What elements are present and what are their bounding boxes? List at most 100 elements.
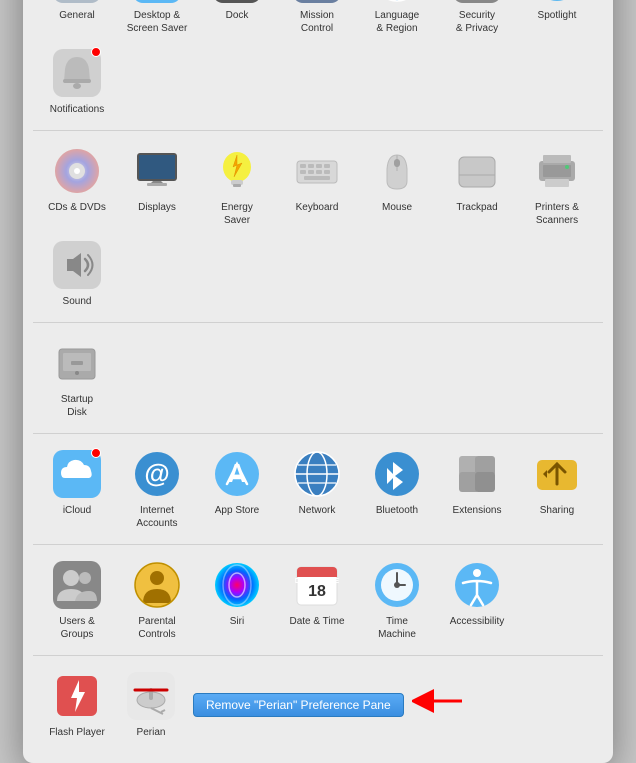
pref-flash-player[interactable]: Flash Player [37, 664, 117, 745]
pref-dock[interactable]: Dock [197, 0, 277, 41]
siri-icon [213, 561, 261, 609]
system-preferences-window: ‹ › ⊞ System Preferences 🔍 Search [23, 0, 613, 763]
flash-player-icon [53, 672, 101, 720]
energy-saver-icon [213, 147, 261, 195]
security-label: Security& Privacy [456, 9, 498, 35]
pref-perian-container: Perian [117, 666, 185, 743]
internet-accounts-icon: @ [133, 450, 181, 498]
app-store-label: App Store [215, 504, 259, 517]
keyboard-label: Keyboard [296, 201, 339, 214]
network-label: Network [299, 504, 336, 517]
pref-security[interactable]: Security& Privacy [437, 0, 517, 41]
sharing-label: Sharing [540, 504, 574, 517]
trackpad-label: Trackpad [456, 201, 497, 214]
section-hardware: CDs & DVDs Displays [33, 131, 603, 323]
pref-displays[interactable]: Displays [117, 139, 197, 233]
red-arrow-icon [412, 686, 472, 716]
app-store-icon: A [213, 450, 261, 498]
general-label: General [59, 9, 95, 22]
dock-label: Dock [226, 9, 249, 22]
arrow-indicator [412, 686, 472, 723]
pref-printers[interactable]: Printers &Scanners [517, 139, 597, 233]
pref-energy-saver[interactable]: EnergySaver [197, 139, 277, 233]
date-time-icon: 18 DATE & TIME [293, 561, 341, 609]
printers-label: Printers &Scanners [535, 201, 579, 227]
perian-icon [127, 672, 175, 720]
pref-users-groups[interactable]: Users &Groups [37, 553, 117, 647]
pref-siri[interactable]: Siri [197, 553, 277, 647]
desktop-label: Desktop &Screen Saver [127, 9, 188, 35]
bluetooth-icon [373, 450, 421, 498]
extensions-label: Extensions [453, 504, 502, 517]
cds-dvds-icon [53, 147, 101, 195]
pref-mission-control[interactable]: MissionControl [277, 0, 357, 41]
pref-network[interactable]: Network [277, 442, 357, 536]
accessibility-icon [453, 561, 501, 609]
time-machine-label: TimeMachine [378, 615, 416, 641]
security-icon [453, 0, 501, 3]
spotlight-icon [533, 0, 581, 3]
accessibility-label: Accessibility [450, 615, 504, 628]
flash-player-label: Flash Player [49, 726, 105, 739]
dock-icon [213, 0, 261, 3]
energy-saver-label: EnergySaver [221, 201, 253, 227]
pref-perian[interactable]: Perian [117, 666, 185, 743]
mouse-icon [373, 147, 421, 195]
time-machine-icon [373, 561, 421, 609]
mission-control-label: MissionControl [300, 9, 334, 35]
spotlight-label: Spotlight [538, 9, 577, 22]
pref-date-time[interactable]: 18 DATE & TIME Date & Time [277, 553, 357, 647]
pref-spotlight[interactable]: Spotlight [517, 0, 597, 41]
icloud-label: iCloud [63, 504, 91, 517]
pref-desktop[interactable]: Desktop &Screen Saver [117, 0, 197, 41]
svg-text:18: 18 [308, 583, 326, 600]
pref-internet-accounts[interactable]: @ InternetAccounts [117, 442, 197, 536]
section-startup: StartupDisk [33, 323, 603, 434]
pref-general[interactable]: General [37, 0, 117, 41]
sound-icon [53, 241, 101, 289]
notification-badge [91, 47, 101, 57]
language-icon [373, 0, 421, 3]
date-time-label: Date & Time [289, 615, 344, 628]
pref-startup-disk[interactable]: StartupDisk [37, 331, 117, 425]
pref-accessibility[interactable]: Accessibility [437, 553, 517, 647]
remove-perian-button[interactable]: Remove "Perian" Preference Pane [193, 693, 404, 717]
pref-notifications[interactable]: Notifications [37, 41, 117, 122]
section-internet: iCloud @ InternetAccounts A [33, 434, 603, 545]
pref-app-store[interactable]: A App Store [197, 442, 277, 536]
pref-extensions[interactable]: Extensions [437, 442, 517, 536]
displays-icon [133, 147, 181, 195]
language-label: Language& Region [375, 9, 420, 35]
pref-sharing[interactable]: Sharing [517, 442, 597, 536]
network-icon [293, 450, 341, 498]
siri-label: Siri [230, 615, 244, 628]
trackpad-icon [453, 147, 501, 195]
keyboard-icon [293, 147, 341, 195]
pref-keyboard[interactable]: Keyboard [277, 139, 357, 233]
pref-language[interactable]: Language& Region [357, 0, 437, 41]
section-other: Flash Player [33, 656, 603, 753]
parental-controls-icon [133, 561, 181, 609]
pref-parental-controls[interactable]: ParentalControls [117, 553, 197, 647]
pref-time-machine[interactable]: TimeMachine [357, 553, 437, 647]
general-icon [53, 0, 101, 3]
pref-icloud[interactable]: iCloud [37, 442, 117, 536]
perian-label: Perian [137, 726, 166, 739]
desktop-icon [133, 0, 181, 3]
sharing-icon [533, 450, 581, 498]
pref-trackpad[interactable]: Trackpad [437, 139, 517, 233]
preferences-content: General Desktop &Screen Saver [23, 0, 613, 763]
mouse-label: Mouse [382, 201, 412, 214]
cds-dvds-label: CDs & DVDs [48, 201, 106, 214]
section-personal: General Desktop &Screen Saver [33, 0, 603, 131]
pref-cds-dvds[interactable]: CDs & DVDs [37, 139, 117, 233]
pref-bluetooth[interactable]: Bluetooth [357, 442, 437, 536]
section-system: Users &Groups ParentalControls [33, 545, 603, 656]
notifications-label: Notifications [50, 103, 104, 116]
pref-sound[interactable]: Sound [37, 233, 117, 314]
users-groups-label: Users &Groups [59, 615, 95, 641]
pref-mouse[interactable]: Mouse [357, 139, 437, 233]
mission-control-icon [293, 0, 341, 3]
icloud-badge [91, 448, 101, 458]
extensions-icon [453, 450, 501, 498]
